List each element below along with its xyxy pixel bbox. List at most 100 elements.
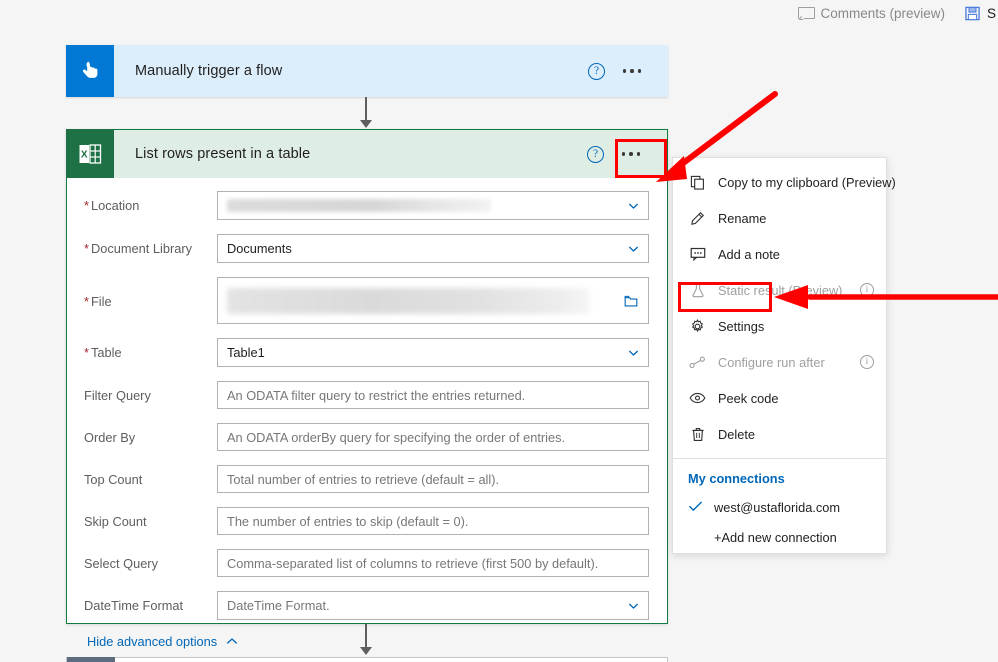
field-row-file: * File <box>84 277 649 324</box>
folder-icon[interactable] <box>624 295 638 307</box>
menu-item-configure-run-after: Configure run after i <box>673 344 886 380</box>
connector-line-1 <box>365 97 367 122</box>
chevron-down-icon <box>628 203 639 209</box>
menu-item-label: Copy to my clipboard (Preview) <box>718 174 896 190</box>
run-after-icon <box>688 356 707 369</box>
my-connections-header: My connections <box>688 471 785 486</box>
file-redacted-value <box>227 287 590 314</box>
field-row-location: * Location <box>84 191 649 220</box>
menu-item-label: Settings <box>718 318 765 334</box>
svg-text:X: X <box>81 149 88 160</box>
top-count-input[interactable]: Total number of entries to retrieve (def… <box>217 465 649 493</box>
pencil-icon <box>688 211 707 226</box>
menu-item-label: Delete <box>718 426 755 442</box>
field-label-document-library: * Document Library <box>84 241 192 256</box>
add-new-connection-button[interactable]: +Add new connection <box>673 522 886 552</box>
select-query-placeholder: Comma-separated list of columns to retri… <box>227 555 599 571</box>
excel-icon: X <box>66 129 114 178</box>
save-floppy-icon <box>965 6 980 21</box>
hide-advanced-options-label: Hide advanced options <box>87 634 218 649</box>
table-dropdown[interactable]: Table1 <box>217 338 649 367</box>
action-card-header[interactable]: X List rows present in a table ? <box>66 129 667 178</box>
note-icon <box>688 247 707 261</box>
trigger-ellipsis-menu[interactable] <box>609 55 655 87</box>
connector-line-2 <box>365 624 367 649</box>
save-button[interactable]: S <box>955 0 998 26</box>
action-form: *Location *Document Library Documents <box>67 178 667 649</box>
menu-item-copy-to-clipboard[interactable]: Copy to my clipboard (Preview) <box>673 164 896 200</box>
chevron-down-icon <box>628 246 639 252</box>
file-picker-input[interactable] <box>217 277 649 324</box>
trigger-header-actions: ? <box>588 55 668 87</box>
comments-label: Comments (preview) <box>820 5 945 21</box>
field-label-skip-count: Skip Count <box>84 514 147 529</box>
action-tile <box>67 657 115 662</box>
menu-item-label: Peek code <box>718 390 779 406</box>
datetime-format-dropdown[interactable]: DateTime Format. <box>217 591 649 620</box>
menu-item-settings[interactable]: Settings <box>673 308 886 344</box>
connection-item[interactable]: west@ustaflorida.com <box>673 492 886 522</box>
skip-count-input[interactable]: The number of entries to skip (default =… <box>217 507 649 535</box>
comment-icon <box>798 7 816 19</box>
action-header-actions: ? <box>587 138 667 170</box>
select-query-input[interactable]: Comma-separated list of columns to retri… <box>217 549 649 577</box>
command-bar: Comments (preview) S <box>0 0 998 26</box>
next-action-card[interactable] <box>66 657 668 662</box>
add-new-connection-label: +Add new connection <box>714 529 837 545</box>
menu-item-rename[interactable]: Rename <box>673 200 886 236</box>
connection-account-label: west@ustaflorida.com <box>714 499 841 515</box>
flask-icon <box>688 283 707 298</box>
field-row-document-library: * Document Library Documents <box>84 234 649 263</box>
field-label-table: * Table <box>84 345 122 360</box>
field-label-datetime-format: DateTime Format <box>84 598 184 613</box>
command-bar-right-group: Comments (preview) S <box>788 0 998 26</box>
field-label-order-by: Order By <box>84 430 136 445</box>
power-automate-flow-designer: Comments (preview) S Manually trigger a … <box>0 0 998 662</box>
chevron-down-icon <box>628 350 639 356</box>
field-row-filter-query: Filter Query An ODATA filter query to re… <box>84 381 649 409</box>
menu-item-delete[interactable]: Delete <box>673 416 886 452</box>
comments-button[interactable]: Comments (preview) <box>788 0 955 26</box>
document-library-dropdown[interactable]: Documents <box>217 234 649 263</box>
connector-arrow-1 <box>360 120 372 128</box>
menu-item-label: Static result (Preview) <box>718 282 843 298</box>
chevron-up-icon <box>227 638 238 644</box>
field-row-top-count: Top Count Total number of entries to ret… <box>84 465 649 493</box>
copy-icon <box>688 175 707 190</box>
eye-icon <box>688 392 707 404</box>
order-by-input[interactable]: An ODATA orderBy query for specifying th… <box>217 423 649 451</box>
field-label-file: * File <box>84 294 112 309</box>
menu-item-label: Rename <box>718 210 767 226</box>
field-row-table: * Table Table1 <box>84 338 649 367</box>
field-row-order-by: Order By An ODATA orderBy query for spec… <box>84 423 649 451</box>
tap-hand-icon <box>66 45 114 97</box>
field-row-datetime-format: DateTime Format DateTime Format. <box>84 591 649 620</box>
field-row-select-query: Select Query Comma-separated list of col… <box>84 549 649 577</box>
trigger-title: Manually trigger a flow <box>135 63 283 79</box>
field-label-location: * Location <box>84 198 140 213</box>
location-redacted-value <box>227 199 491 212</box>
required-asterisk: * <box>84 241 89 256</box>
flow-canvas: Manually trigger a flow ? X List rows pr… <box>0 26 998 662</box>
help-question-icon[interactable]: ? <box>588 62 605 80</box>
trigger-card[interactable]: Manually trigger a flow ? <box>66 45 668 97</box>
info-icon[interactable]: i <box>860 355 874 369</box>
field-label-select-query: Select Query <box>84 556 158 571</box>
document-library-value: Documents <box>227 241 292 256</box>
menu-item-peek-code[interactable]: Peek code <box>673 380 886 416</box>
filter-query-input[interactable]: An ODATA filter query to restrict the en… <box>217 381 649 409</box>
action-context-menu: Copy to my clipboard (Preview) Rename Ad… <box>672 157 896 554</box>
save-label: S <box>986 5 996 21</box>
trash-icon <box>688 427 707 442</box>
table-value: Table1 <box>227 345 265 360</box>
order-by-placeholder: An ODATA orderBy query for specifying th… <box>227 429 566 445</box>
help-question-icon[interactable]: ? <box>587 145 604 163</box>
info-icon[interactable]: i <box>860 283 874 297</box>
menu-item-label: Add a note <box>718 246 780 262</box>
action-ellipsis-menu[interactable] <box>608 138 654 170</box>
location-dropdown[interactable] <box>217 191 649 220</box>
datetime-format-placeholder: DateTime Format. <box>227 598 330 613</box>
menu-item-static-result: Static result (Preview) i <box>673 272 886 308</box>
menu-item-add-a-note[interactable]: Add a note <box>673 236 886 272</box>
skip-count-placeholder: The number of entries to skip (default =… <box>227 513 469 529</box>
